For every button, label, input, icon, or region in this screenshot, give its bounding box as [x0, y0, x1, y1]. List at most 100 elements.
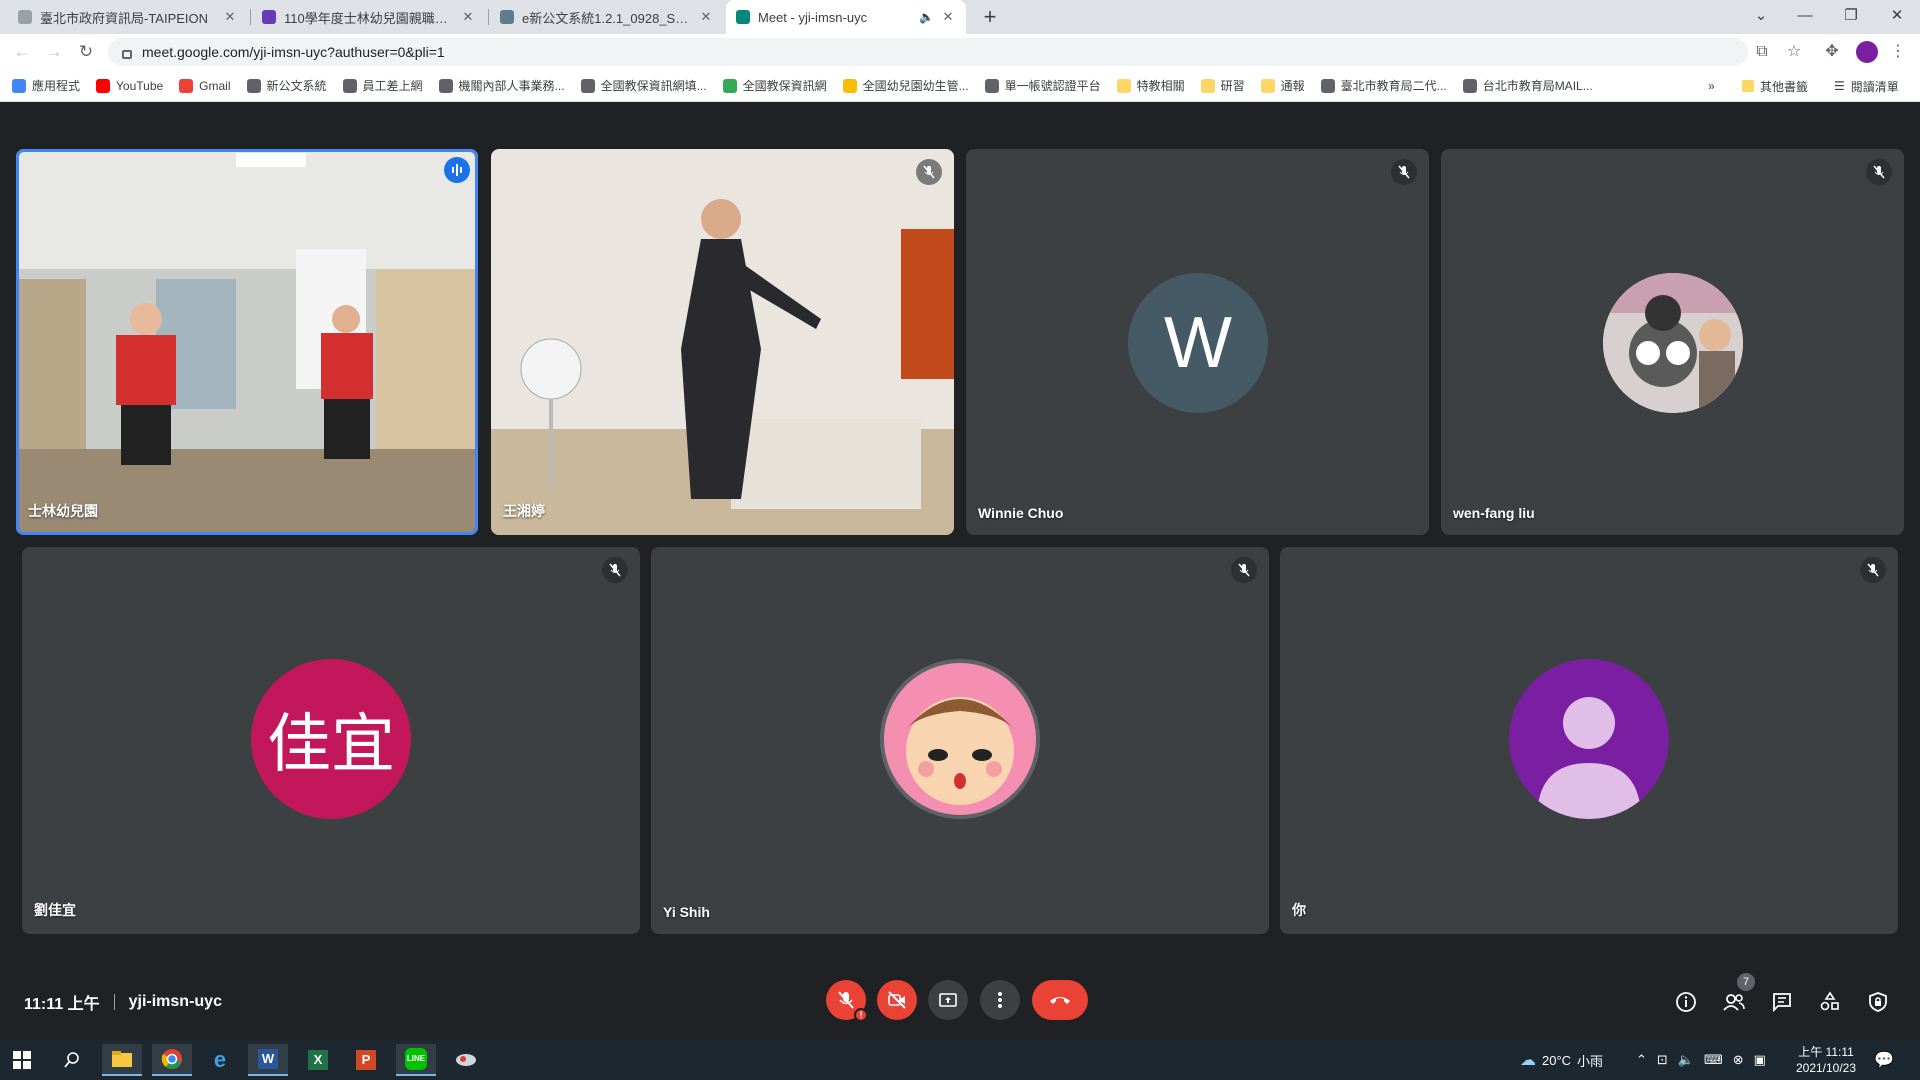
tab-search-icon[interactable]: ⌄ — [1738, 0, 1784, 34]
bookmark-item[interactable]: Gmail — [179, 78, 231, 93]
meet-control-bar: 11:11 上午 yji-imsn-uyc ! 7 — [0, 968, 1920, 1040]
participant-tile[interactable]: 士林幼兒園 — [16, 149, 478, 535]
tab-close-icon[interactable]: ✕ — [460, 9, 476, 25]
participant-tile[interactable]: 你 — [1280, 547, 1898, 934]
participant-tile[interactable]: Yi Shih — [651, 547, 1269, 934]
bookmark-item[interactable]: 通報 — [1260, 77, 1305, 94]
chrome-icon[interactable] — [152, 1044, 192, 1076]
mic-toggle-button[interactable]: ! — [826, 980, 868, 1022]
audio-playing-icon[interactable]: 🔈 — [919, 10, 934, 24]
network-icon[interactable]: ⊡ — [1657, 1052, 1668, 1068]
profile-avatar[interactable] — [1856, 41, 1878, 63]
chevron-up-icon[interactable]: ⌃ — [1636, 1052, 1647, 1068]
bookmark-label: Gmail — [199, 78, 231, 93]
end-call-button[interactable] — [1032, 980, 1088, 1020]
line-app-icon[interactable]: LINE — [396, 1044, 436, 1076]
system-clock[interactable]: 上午 11:11 2021/10/23 — [1790, 1044, 1862, 1076]
app-icon[interactable] — [446, 1044, 486, 1076]
bookmark-item[interactable]: 全國幼兒園幼生管... — [842, 77, 969, 94]
lock-icon[interactable] — [122, 49, 132, 59]
meeting-details-button[interactable] — [1672, 988, 1700, 1016]
bookmark-star-icon[interactable]: ☆ — [1782, 40, 1806, 64]
reload-button[interactable]: ↻ — [72, 38, 100, 66]
file-explorer-icon[interactable] — [102, 1044, 142, 1076]
more-options-button[interactable] — [980, 980, 1020, 1020]
bookmark-label: 臺北市教育局二代... — [1340, 79, 1447, 93]
tab-close-icon[interactable]: ✕ — [698, 9, 714, 25]
tab-close-icon[interactable]: ✕ — [940, 9, 956, 25]
powerpoint-icon[interactable]: P — [346, 1044, 386, 1076]
bookmark-item[interactable]: 臺北市教育局二代... — [1320, 77, 1447, 94]
activities-icon — [1820, 991, 1839, 1011]
tab-egov[interactable]: e新公文系統1.2.1_0928_SCHAP ✕ — [490, 0, 724, 34]
back-button[interactable]: ← — [8, 38, 36, 66]
bookmark-item[interactable]: YouTube — [96, 78, 163, 93]
search-icon[interactable] — [52, 1044, 92, 1076]
menu-icon[interactable]: ⋮ — [1886, 40, 1910, 64]
bookmark-item[interactable]: 特教相關 — [1116, 77, 1185, 94]
activities-button[interactable] — [1816, 988, 1844, 1016]
weather-widget[interactable]: ☁ 20°C 小雨 — [1520, 1040, 1603, 1080]
edge-icon[interactable]: e — [200, 1044, 240, 1076]
bookmark-item[interactable]: 研習 — [1200, 77, 1245, 94]
tab-taipeion[interactable]: 臺北市政府資訊局-TAIPEION ✕ — [8, 0, 248, 34]
excel-icon[interactable]: X — [298, 1044, 338, 1076]
bookmark-favicon-icon — [722, 78, 737, 93]
participant-tile[interactable]: 佳宜 劉佳宜 — [22, 547, 640, 934]
other-bookmarks[interactable]: 其他書籤 — [1742, 70, 1808, 102]
notification-center-icon[interactable]: 💬 — [1874, 1040, 1894, 1080]
bookmark-item[interactable]: 員工差上網 — [342, 77, 423, 94]
present-button[interactable] — [928, 980, 968, 1020]
mic-off-icon — [1860, 557, 1886, 583]
participant-tile[interactable]: W Winnie Chuo — [966, 149, 1429, 535]
bookmark-favicon-icon — [246, 78, 261, 93]
bookmark-label: 全國教保資訊網填... — [600, 79, 707, 93]
phone-hangup-icon — [1050, 997, 1070, 1004]
security-icon[interactable]: ⊗ — [1733, 1052, 1744, 1068]
host-controls-button[interactable] — [1864, 988, 1892, 1016]
bookmark-item[interactable]: 單一帳號認證平台 — [984, 77, 1101, 94]
bookmark-item[interactable]: 台北市教育局MAIL... — [1462, 77, 1593, 94]
participant-tile[interactable]: wen-fang liu — [1441, 149, 1904, 535]
bookmarks-overflow-button[interactable]: » — [1708, 70, 1715, 102]
bookmark-label: 通報 — [1280, 79, 1305, 93]
video-feed — [16, 149, 478, 535]
participant-avatar: W — [1128, 273, 1268, 413]
ime-icon[interactable]: ▣ — [1754, 1052, 1766, 1068]
extensions-icon[interactable]: ✥ — [1820, 40, 1844, 64]
tab-meet[interactable]: Meet - yji-imsn-uyc 🔈 ✕ — [726, 0, 966, 34]
tab-close-icon[interactable]: ✕ — [222, 9, 238, 25]
forward-button[interactable]: → — [40, 38, 68, 66]
meet-stage: 士林幼兒園 王湘婷 W Winnie Chuo wen-fang liu 佳宜 … — [0, 102, 1920, 1040]
camera-toggle-button[interactable] — [877, 980, 917, 1020]
minimize-button[interactable]: — — [1782, 0, 1828, 34]
bookmark-item[interactable]: 機關內部人事業務... — [438, 77, 565, 94]
participant-tile[interactable]: 王湘婷 — [491, 149, 954, 535]
bookmark-label: 台北市教育局MAIL... — [1482, 79, 1593, 93]
participant-name: wen-fang liu — [1453, 505, 1535, 521]
folder-icon — [1742, 80, 1754, 92]
cartoon-avatar-icon — [884, 663, 1036, 815]
bookmark-item[interactable]: 全國教保資訊網填... — [580, 77, 707, 94]
close-window-button[interactable]: ✕ — [1874, 0, 1920, 34]
tab-forms[interactable]: 110學年度士林幼兒園親職教育講座 ✕ — [252, 0, 486, 34]
new-tab-button[interactable]: + — [976, 3, 1004, 31]
reading-list[interactable]: ☰ 閱讀清單 — [1834, 70, 1899, 102]
chat-button[interactable] — [1768, 988, 1796, 1016]
volume-icon[interactable]: 🔈 — [1678, 1052, 1694, 1068]
windows-start-icon[interactable] — [2, 1044, 42, 1076]
meeting-code: yji-imsn-uyc — [128, 993, 222, 1010]
word-icon[interactable]: W — [248, 1044, 288, 1076]
bookmark-item[interactable]: 全國教保資訊網 — [722, 77, 827, 94]
address-bar[interactable]: meet.google.com/yji-imsn-uyc?authuser=0&… — [108, 38, 1748, 66]
maximize-button[interactable]: ❐ — [1828, 0, 1874, 34]
translate-icon[interactable]: ⧉ — [1750, 40, 1774, 64]
keyboard-icon[interactable]: ⌨ — [1704, 1052, 1723, 1068]
bookmark-label: 員工差上網 — [362, 79, 423, 93]
participants-button[interactable] — [1720, 988, 1748, 1016]
participant-avatar: 佳宜 — [251, 659, 411, 819]
bookmark-item[interactable]: 應用程式 — [12, 77, 80, 94]
bookmark-label: 全國幼兒園幼生管... — [862, 79, 969, 93]
bookmark-item[interactable]: 新公文系統 — [246, 77, 327, 94]
tab-favicon-icon — [262, 10, 276, 24]
